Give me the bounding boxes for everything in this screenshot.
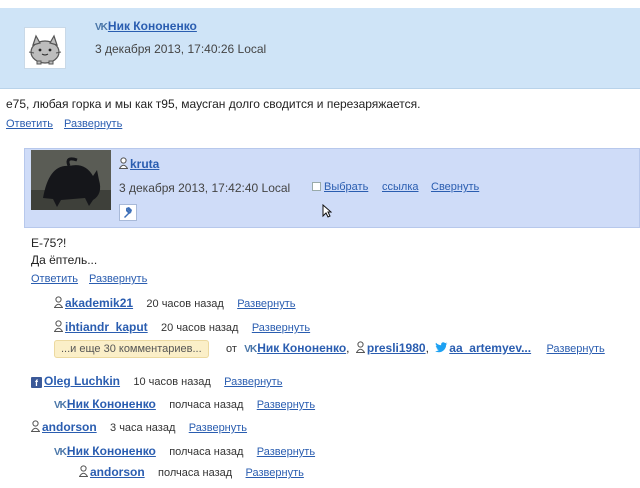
vk-icon: VK — [54, 447, 67, 458]
expand-link[interactable]: Развернуть — [246, 467, 304, 479]
comment-text: Да ёптель... — [31, 253, 98, 267]
more-author[interactable]: presli1980 — [355, 341, 426, 355]
collapse-link[interactable]: Свернуть — [431, 181, 479, 193]
avatar[interactable] — [24, 27, 66, 69]
list-item: VKНик Кононенко полчаса назад Развернуть — [54, 397, 315, 411]
more-comments-row: ...и еще 30 комментариев... от VKНик Кон… — [54, 340, 605, 358]
comment-time: 10 часов назад — [133, 376, 211, 388]
select-link[interactable]: Выбрать — [324, 181, 368, 193]
author-link[interactable]: ihtiandr_kaput — [65, 320, 148, 334]
author-link[interactable]: andorson — [42, 420, 97, 434]
expand-link[interactable]: Развернуть — [257, 399, 315, 411]
expand-link[interactable]: Развернуть — [224, 376, 282, 388]
pin-icon — [124, 207, 132, 218]
author-link[interactable]: Ник Кононенко — [67, 397, 156, 411]
mouse-cursor-icon — [322, 204, 332, 218]
select-checkbox[interactable] — [312, 182, 321, 191]
list-item: andorson полчаса назад Развернуть — [79, 465, 304, 479]
list-item: f Oleg Luchkin 10 часов назад Развернуть — [31, 374, 282, 388]
comment-time: 20 часов назад — [146, 298, 224, 310]
comment-author[interactable]: kruta — [119, 157, 159, 171]
list-item: VKНик Кононенко полчаса назад Развернуть — [54, 444, 315, 458]
user-icon — [355, 341, 365, 353]
list-item: andorson 3 часа назад Развернуть — [31, 420, 247, 434]
author-link[interactable]: akademik21 — [65, 296, 133, 310]
more-author[interactable]: aa_artemyev... — [435, 341, 531, 355]
expand-link[interactable]: Развернуть — [89, 273, 147, 285]
user-icon — [54, 320, 63, 332]
expand-link[interactable]: Развернуть — [64, 118, 122, 130]
vk-icon: VK — [95, 22, 108, 33]
author-link[interactable]: Ник Кононенко — [67, 444, 156, 458]
expand-link[interactable]: Развернуть — [546, 343, 604, 355]
reply-link[interactable]: Ответить — [6, 118, 53, 130]
comment-time: полчаса назад — [158, 467, 233, 479]
comment-text: е75, любая горка и мы как т95, маусган д… — [6, 97, 421, 111]
twitter-icon — [435, 342, 448, 353]
black-cat-avatar-icon — [31, 150, 111, 210]
comment-time: полчаса назад — [169, 399, 244, 411]
comment-text: Е-75?! — [31, 236, 67, 250]
expand-link[interactable]: Развернуть — [252, 322, 310, 334]
avatar[interactable] — [31, 150, 111, 210]
more-comments-button[interactable]: ...и еще 30 комментариев... — [54, 340, 209, 358]
expand-link[interactable]: Развернуть — [189, 422, 247, 434]
select-control[interactable]: Выбрать — [312, 181, 368, 193]
expand-link[interactable]: Развернуть — [237, 298, 295, 310]
comment-time: 20 часов назад — [161, 322, 239, 334]
vk-icon: VK — [244, 344, 257, 355]
vk-icon: VK — [54, 400, 67, 411]
author-link[interactable]: andorson — [90, 465, 145, 479]
comment-time: 3 часа назад — [110, 422, 176, 434]
comment-time: полчаса назад — [169, 446, 244, 458]
facebook-icon: f — [31, 377, 42, 388]
pin-button[interactable] — [119, 204, 137, 221]
author-link[interactable]: Ник Кононенко — [108, 19, 197, 33]
more-author[interactable]: VKНик Кононенко — [244, 341, 346, 355]
comment-date: 3 декабря 2013, 17:40:26 Local — [95, 42, 267, 56]
user-icon — [54, 296, 63, 308]
comment-author[interactable]: VKНик Кононенко — [95, 19, 197, 33]
user-icon — [31, 420, 40, 432]
from-label: от — [226, 343, 237, 355]
expand-link[interactable]: Развернуть — [257, 446, 315, 458]
cat-avatar-icon — [28, 34, 62, 65]
author-link[interactable]: kruta — [130, 157, 159, 171]
author-link[interactable]: Oleg Luchkin — [44, 374, 120, 388]
reply-link[interactable]: Ответить — [31, 273, 78, 285]
list-item: ihtiandr_kaput 20 часов назад Развернуть — [54, 320, 310, 334]
permalink[interactable]: ссылка — [382, 181, 419, 193]
user-icon — [79, 465, 88, 477]
comment-date: 3 декабря 2013, 17:42:40 Local — [119, 181, 291, 195]
user-icon — [119, 157, 128, 169]
list-item: akademik21 20 часов назад Развернуть — [54, 296, 296, 310]
